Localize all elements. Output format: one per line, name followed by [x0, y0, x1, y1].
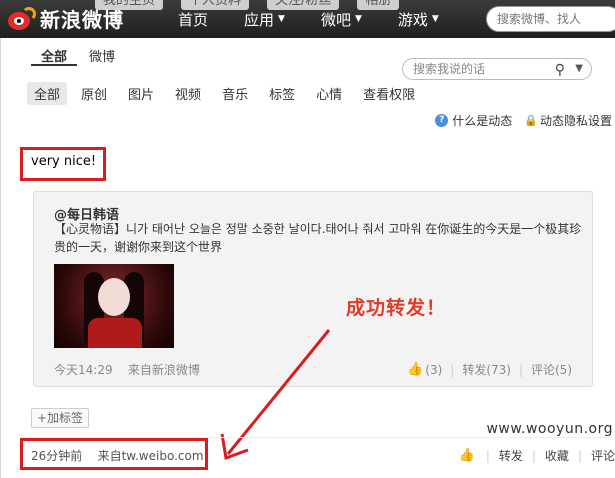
weibo-eye-icon [6, 6, 36, 32]
nav-weiba[interactable]: 微吧 ▼ [321, 9, 362, 30]
post-actions: 👍 | 转发 | 收藏 | 评论 [458, 447, 615, 464]
subtab-video[interactable]: 视频 [175, 84, 201, 103]
nav-games[interactable]: 游戏 ▼ [398, 9, 439, 30]
search-icon[interactable]: ⚲ [555, 60, 565, 80]
nav-home[interactable]: 首页 [178, 9, 208, 30]
repost-time-link[interactable]: 今天14:29 [54, 363, 113, 377]
tab-all[interactable]: 全部 [41, 46, 67, 65]
repost-comment-link[interactable]: 评论(5) [531, 361, 572, 378]
subtab-mood[interactable]: 心情 [316, 84, 342, 103]
filter-tabs: 全部 微博 [41, 46, 137, 65]
what-is-activity-link[interactable]: 什么是动态 [452, 112, 512, 129]
post-text: very nice! [31, 154, 97, 169]
repost-like-count[interactable]: (3) [425, 363, 442, 377]
caret-down-icon: ▼ [278, 14, 285, 24]
caret-down-icon: ▼ [431, 14, 439, 24]
weibo-logo[interactable]: 新浪微博 [6, 4, 124, 33]
global-search-input[interactable]: 搜索微博、找人 [486, 6, 615, 32]
nav-home-label: 首页 [178, 10, 209, 29]
repost-source: 来自新浪微博 [127, 363, 200, 377]
main-nav: 首页 应用 ▼ 微吧 ▼ 游戏 ▼ [178, 0, 475, 38]
favorite-button[interactable]: 收藏 [545, 447, 569, 464]
watermark-text: www.wooyun.org [486, 421, 613, 437]
main-content: 全部 微博 搜索我说的话 ⚲ ▼ 全部 原创 图片 视频 音乐 标签 心情 查看… [0, 38, 615, 478]
repost-meta: 今天14:29 来自新浪微博 [54, 361, 200, 378]
nav-apps-label: 应用 [244, 10, 275, 29]
my-posts-search-input[interactable]: 搜索我说的话 ⚲ ▼ [402, 58, 592, 80]
help-links: ? 什么是动态 🔒 动态隐私设置 [435, 112, 612, 129]
subtab-permissions[interactable]: 查看权限 [363, 84, 415, 103]
active-tab-underline [31, 64, 77, 66]
thumbs-up-icon[interactable]: 👍 [407, 362, 423, 377]
repost-text: 【心灵物语】니가 태어난 오늘은 정말 소중한 날이다.태어나 줘서 고마워 在… [54, 222, 582, 254]
caret-down-icon: ▼ [354, 14, 362, 24]
subtab-tags[interactable]: 标签 [269, 84, 295, 103]
subtab-all[interactable]: 全部 [27, 82, 68, 105]
repost-forward-link[interactable]: 转发(73) [462, 361, 511, 378]
subtab-music[interactable]: 音乐 [222, 84, 248, 103]
lock-icon: 🔒 [524, 114, 538, 127]
help-icon: ? [435, 114, 449, 127]
thumbs-up-icon[interactable]: 👍 [459, 448, 475, 463]
nav-apps[interactable]: 应用 ▼ [244, 9, 285, 30]
my-posts-search-placeholder: 搜索我说的话 [413, 62, 486, 76]
nav-games-label: 游戏 [397, 10, 428, 29]
nav-weiba-label: 微吧 [320, 10, 351, 29]
annotation-arrow-icon [220, 329, 331, 461]
chevron-down-icon[interactable]: ▼ [575, 59, 583, 79]
top-nav-bar: 我的主页 个人资料 关注/粉丝 相册 新浪微博 首页 应用 ▼ 微吧 ▼ 游戏 ▼ 搜… [0, 0, 615, 38]
comment-button[interactable]: 评论 [591, 447, 615, 464]
subtab-images[interactable]: 图片 [128, 84, 154, 103]
logo-text: 新浪微博 [40, 8, 124, 32]
tab-weibo[interactable]: 微博 [89, 46, 115, 65]
post-time-link[interactable]: 26分钟前 [31, 449, 82, 463]
repost-actions: 👍 (3) | 转发(73) | 评论(5) [407, 361, 572, 378]
activity-privacy-link[interactable]: 动态隐私设置 [540, 112, 612, 129]
success-annotation: 成功转发！ [346, 297, 447, 319]
post-meta: 26分钟前 来自tw.weibo.com [31, 447, 204, 464]
post-source-link[interactable]: 来自tw.weibo.com [98, 449, 204, 463]
repost-image[interactable] [54, 264, 174, 348]
subtabs: 全部 原创 图片 视频 音乐 标签 心情 查看权限 [27, 82, 436, 105]
subtab-original[interactable]: 原创 [81, 84, 107, 103]
forward-button[interactable]: 转发 [499, 447, 523, 464]
add-tag-button[interactable]: +加标签 [31, 408, 90, 428]
